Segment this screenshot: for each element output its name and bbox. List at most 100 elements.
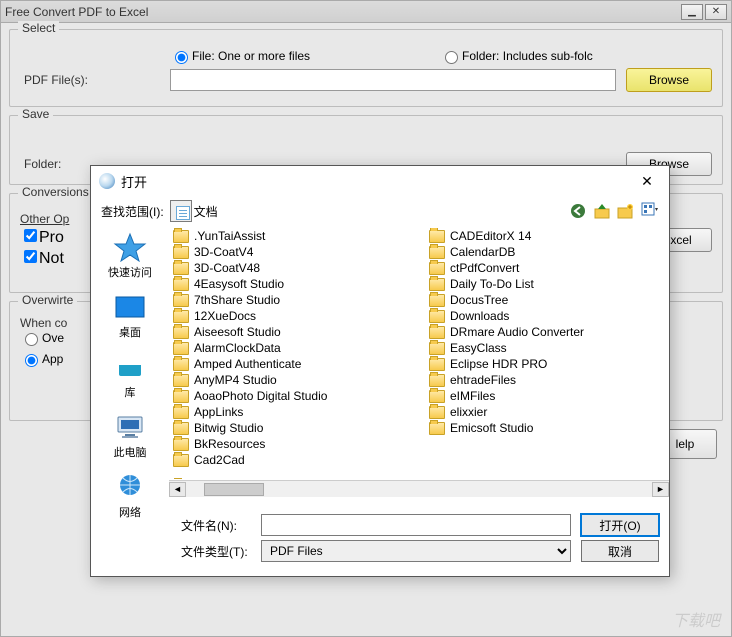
folder-item[interactable]: elixxier bbox=[429, 404, 665, 420]
place-desktop[interactable]: 桌面 bbox=[91, 288, 169, 348]
folder-item[interactable]: EasyClass bbox=[429, 340, 665, 356]
folder-name: BkResources bbox=[194, 437, 265, 451]
place-library[interactable]: 库 bbox=[91, 348, 169, 408]
place-quick-access[interactable]: 快速访问 bbox=[91, 228, 169, 288]
dialog-close-button[interactable]: ✕ bbox=[633, 170, 661, 192]
folder-item[interactable]: 12XueDocs bbox=[173, 308, 409, 324]
scroll-left-arrow[interactable]: ◄ bbox=[169, 482, 186, 497]
folder-icon bbox=[173, 358, 189, 371]
folder-icon bbox=[173, 326, 189, 339]
folder-radio-input[interactable] bbox=[445, 51, 458, 64]
file-radio[interactable]: File: One or more files bbox=[170, 48, 310, 64]
ove-radio[interactable]: Ove bbox=[20, 330, 64, 346]
folder-item[interactable]: Eclipse HDR PRO bbox=[429, 356, 665, 372]
folder-item[interactable]: .YunTaiAssist bbox=[173, 228, 409, 244]
folder-name: ehtradeFiles bbox=[450, 373, 516, 387]
folder-item[interactable]: CADEditorX 14 bbox=[429, 228, 665, 244]
not-checkbox[interactable]: Not bbox=[20, 250, 64, 267]
place-thispc[interactable]: 此电脑 bbox=[91, 408, 169, 468]
folder-item[interactable]: Aiseesoft Studio bbox=[173, 324, 409, 340]
open-button[interactable]: 打开(O) bbox=[581, 514, 659, 536]
folder-item[interactable]: AppLinks bbox=[173, 404, 409, 420]
folder-icon bbox=[429, 294, 445, 307]
folder-item[interactable]: AlarmClockData bbox=[173, 340, 409, 356]
folder-name: Emicsoft Studio bbox=[450, 421, 533, 435]
folder-item[interactable]: Emicsoft Studio bbox=[429, 420, 665, 436]
folder-item[interactable]: ctPdfConvert bbox=[429, 260, 665, 276]
folder-item[interactable]: 7thShare Studio bbox=[173, 292, 409, 308]
dialog-title: 打开 bbox=[121, 172, 147, 191]
folder-icon bbox=[173, 230, 189, 243]
folder-radio[interactable]: Folder: Includes sub-folc bbox=[440, 48, 593, 64]
folder-item[interactable]: AnyMP4 Studio bbox=[173, 372, 409, 388]
folder-icon bbox=[173, 454, 189, 467]
folder-name: Aiseesoft Studio bbox=[194, 325, 281, 339]
desktop-icon bbox=[113, 292, 147, 322]
folder-item[interactable]: eIMFiles bbox=[429, 388, 665, 404]
folder-icon bbox=[429, 310, 445, 323]
folder-item[interactable]: Daily To-Do List bbox=[429, 276, 665, 292]
filename-input[interactable] bbox=[261, 514, 571, 536]
folder-item[interactable]: CalendarDB bbox=[429, 244, 665, 260]
pdf-files-input[interactable] bbox=[170, 69, 616, 91]
folder-name: Eclipse HDR PRO bbox=[450, 357, 547, 371]
folder-name: eIMFiles bbox=[450, 389, 495, 403]
folder-item[interactable]: BkResources bbox=[173, 436, 409, 452]
overwrite-legend: Overwirte bbox=[18, 293, 77, 307]
quick-access-icon bbox=[113, 232, 147, 262]
filename-label: 文件名(N): bbox=[181, 517, 251, 534]
folder-item[interactable]: DocusTree bbox=[429, 292, 665, 308]
horizontal-scrollbar[interactable]: ◄ ► bbox=[169, 480, 669, 497]
folder-name: Downloads bbox=[450, 309, 509, 323]
folder-item[interactable]: Bitwig Studio bbox=[173, 420, 409, 436]
folder-icon bbox=[429, 246, 445, 259]
folder-item[interactable]: Downloads bbox=[429, 308, 665, 324]
view-menu-icon[interactable] bbox=[641, 202, 659, 220]
folder-item[interactable]: DRmare Audio Converter bbox=[429, 324, 665, 340]
filetype-select[interactable]: PDF Files bbox=[261, 540, 571, 562]
file-radio-input[interactable] bbox=[175, 51, 188, 64]
folder-icon bbox=[429, 262, 445, 275]
folder-icon bbox=[429, 358, 445, 371]
folder-icon bbox=[173, 374, 189, 387]
cancel-button[interactable]: 取消 bbox=[581, 540, 659, 562]
conversions-legend: Conversions bbox=[18, 185, 93, 199]
folder-icon bbox=[173, 246, 189, 259]
up-icon[interactable] bbox=[593, 202, 611, 220]
folder-name: .YunTaiAssist bbox=[194, 229, 265, 243]
folder-icon bbox=[429, 406, 445, 419]
folder-icon bbox=[173, 406, 189, 419]
app-radio[interactable]: App bbox=[20, 351, 63, 367]
library-icon bbox=[113, 352, 147, 382]
folder-name: elixxier bbox=[450, 405, 487, 419]
folder-item[interactable]: ehtradeFiles bbox=[429, 372, 665, 388]
folder-item[interactable]: Cad2Cad bbox=[173, 452, 409, 468]
app-title: Free Convert PDF to Excel bbox=[5, 5, 148, 19]
places-bar: 快速访问 桌面 库 此电脑 网络 bbox=[91, 226, 169, 504]
folder-item[interactable]: 4Easysoft Studio bbox=[173, 276, 409, 292]
minimize-button[interactable]: ▁ bbox=[681, 4, 703, 20]
folder-item[interactable]: AoaoPhoto Digital Studio bbox=[173, 388, 409, 404]
folder-icon bbox=[429, 278, 445, 291]
close-button[interactable]: ✕ bbox=[705, 4, 727, 20]
new-folder-icon[interactable] bbox=[617, 202, 635, 220]
folder-item[interactable]: 3D-CoatV4 bbox=[173, 244, 409, 260]
file-list[interactable]: .YunTaiAssist3D-CoatV43D-CoatV484Easysof… bbox=[169, 226, 669, 504]
folder-name: DRmare Audio Converter bbox=[450, 325, 584, 339]
folder-name: 4Easysoft Studio bbox=[194, 277, 284, 291]
pro-checkbox[interactable]: Pro bbox=[20, 229, 64, 246]
open-dialog: 打开 ✕ 查找范围(I): 文档 快速访问 bbox=[90, 165, 670, 577]
scroll-thumb[interactable] bbox=[204, 483, 264, 496]
lookin-label: 查找范围(I): bbox=[101, 203, 164, 220]
back-icon[interactable] bbox=[569, 202, 587, 220]
folder-name: AnyMP4 Studio bbox=[194, 373, 277, 387]
folder-item[interactable]: Amped Authenticate bbox=[173, 356, 409, 372]
folder-name: ctPdfConvert bbox=[450, 261, 519, 275]
folder-name: DocusTree bbox=[450, 293, 508, 307]
folder-icon bbox=[173, 390, 189, 403]
folder-item[interactable]: 3D-CoatV48 bbox=[173, 260, 409, 276]
browse-button[interactable]: Browse bbox=[626, 68, 712, 92]
folder-icon bbox=[429, 230, 445, 243]
lookin-select[interactable] bbox=[170, 200, 192, 222]
scroll-right-arrow[interactable]: ► bbox=[652, 482, 669, 497]
